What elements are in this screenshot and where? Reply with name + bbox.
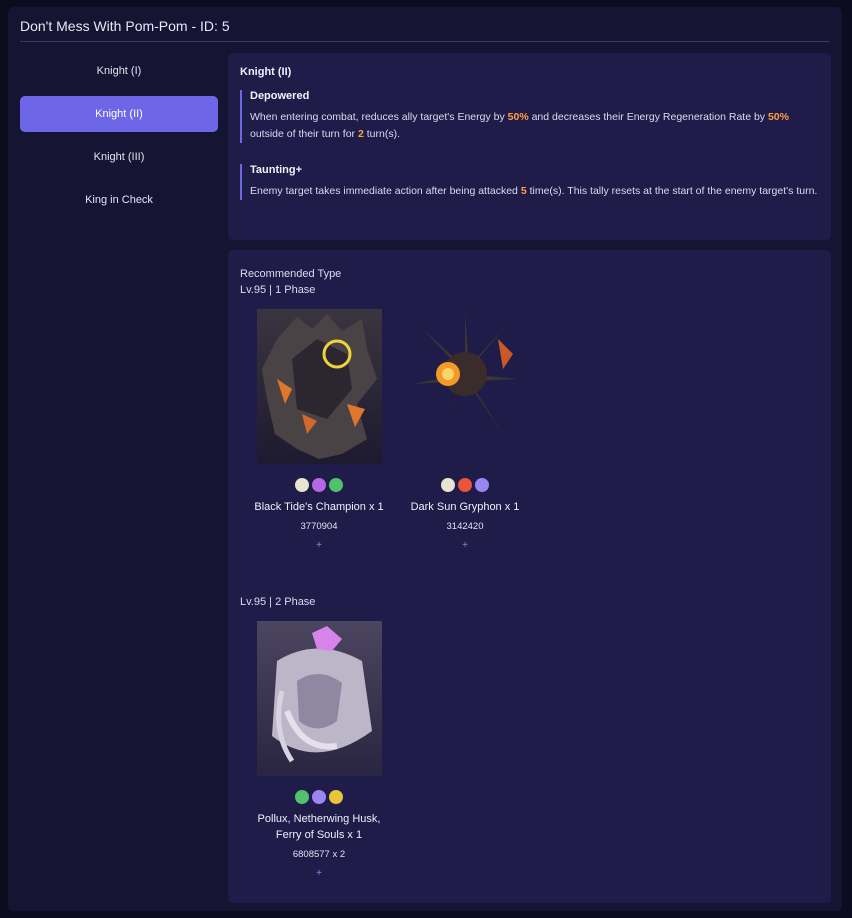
effect-text: Enemy target takes immediate action afte… (250, 185, 521, 197)
effect-description: When entering combat, reduces ally targe… (250, 109, 825, 143)
fire-icon (458, 478, 472, 492)
page-title: Don't Mess With Pom-Pom - ID: 5 (20, 18, 230, 34)
sidebar-item-label: Knight (II) (95, 108, 143, 120)
header: Don't Mess With Pom-Pom - ID: 5 (20, 17, 830, 42)
quantum-icon (475, 478, 489, 492)
expand-button[interactable]: + (400, 540, 530, 551)
enemy-name: Pollux, Netherwing Husk, Ferry of Souls … (257, 813, 381, 841)
sidebar-item-label: Knight (I) (96, 65, 142, 77)
enemy-card-black-tides-champion[interactable]: Black Tide's Champion x 1 3770904 + (254, 309, 384, 551)
effect-text: and decreases their Energy Regeneration … (528, 111, 768, 123)
effect-name: Taunting+ (250, 164, 303, 176)
sidebar-item-knight-2[interactable]: Knight (II) (20, 96, 218, 132)
enemy-card-pollux[interactable]: Pollux, Netherwing Husk, Ferry of Souls … (254, 621, 384, 879)
detail-title: Knight (II) (240, 66, 292, 78)
expand-button[interactable]: + (254, 868, 384, 879)
quantum-icon (312, 478, 326, 492)
effect-value: 50% (507, 111, 529, 123)
effect-depowered: Depowered When entering combat, reduces … (240, 90, 825, 143)
app-window: Don't Mess With Pom-Pom - ID: 5 Knight (… (8, 7, 842, 911)
sidebar-item-knight-1[interactable]: Knight (I) (20, 53, 218, 89)
effect-taunting: Taunting+ Enemy target takes immediate a… (240, 164, 825, 200)
sidebar: Knight (I) Knight (II) Knight (III) King… (20, 53, 218, 225)
phase-label: Lv.95 | 1 Phase (240, 284, 316, 296)
effect-description: Enemy target takes immediate action afte… (250, 183, 825, 200)
sidebar-item-knight-3[interactable]: Knight (III) (20, 139, 218, 175)
enemy-card-dark-sun-gryphon[interactable]: Dark Sun Gryphon x 1 3142420 + (400, 309, 530, 551)
enemy-portrait (256, 621, 382, 776)
enemy-portrait (402, 309, 528, 464)
effect-value: 50% (767, 111, 789, 123)
quantum-icon (312, 790, 326, 804)
weakness-icons (400, 478, 530, 492)
enemy-name: Black Tide's Champion x 1 (254, 501, 384, 513)
expand-button[interactable]: + (254, 540, 384, 551)
sidebar-item-label: King in Check (85, 194, 153, 206)
weakness-icons (254, 478, 384, 492)
imaginary-icon (295, 478, 309, 492)
enemies-card: Recommended Type Lv.95 | 1 Phase Black T… (228, 250, 831, 903)
phase-label: Lv.95 | 2 Phase (240, 596, 316, 608)
wind-icon (295, 790, 309, 804)
wind-icon (329, 478, 343, 492)
sidebar-item-king-in-check[interactable]: King in Check (20, 182, 218, 218)
imaginary-icon (329, 790, 343, 804)
weakness-icons (254, 790, 384, 804)
effect-text: outside of their turn for (250, 128, 358, 140)
enemy-hp: 6808577 x 2 (292, 849, 346, 860)
enemy-hp: 3770904 (300, 521, 338, 532)
enemy-name: Dark Sun Gryphon x 1 (410, 501, 520, 513)
enemy-hp: 3142420 (446, 521, 484, 532)
enemy-portrait (256, 309, 382, 464)
effect-text: turn(s). (363, 128, 400, 140)
effect-text: time(s). This tally resets at the start … (526, 185, 818, 197)
effect-name: Depowered (250, 90, 310, 102)
detail-card: Knight (II) Depowered When entering comb… (228, 53, 831, 240)
sidebar-item-label: Knight (III) (93, 151, 145, 163)
effect-text: When entering combat, reduces ally targe… (250, 111, 508, 123)
recommended-type-label: Recommended Type (240, 268, 342, 280)
imaginary-icon (441, 478, 455, 492)
